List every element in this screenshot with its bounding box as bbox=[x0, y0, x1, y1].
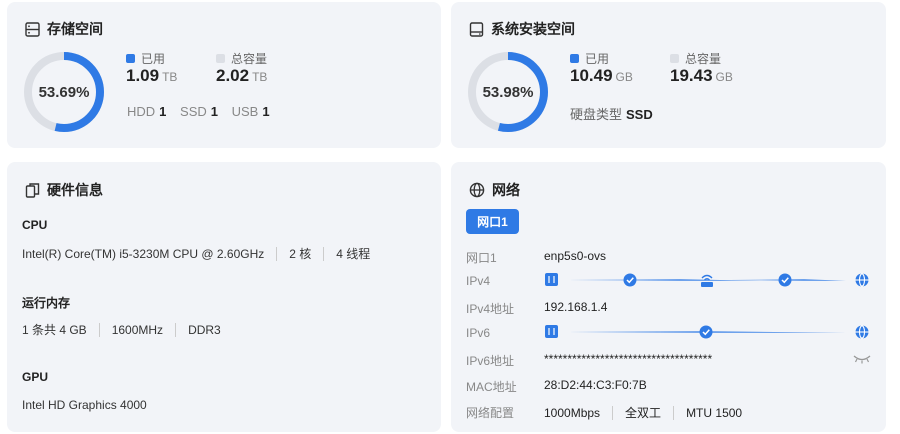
cpu-cores: 2 核 bbox=[289, 247, 312, 261]
disk-usb-count: 1 bbox=[262, 104, 270, 119]
system-disk-icon bbox=[469, 21, 484, 37]
system-total-unit: GB bbox=[715, 70, 733, 84]
eye-closed-icon[interactable] bbox=[853, 354, 871, 364]
disk-type-label: 硬盘类型 bbox=[570, 107, 623, 122]
ipv6-address-label: IPv6地址 bbox=[466, 354, 515, 368]
system-title-text: 系统安装空间 bbox=[491, 21, 575, 37]
system-donut: 53.98% bbox=[466, 50, 550, 134]
nic-icon bbox=[545, 273, 558, 286]
system-disk-type: 硬盘类型 SSD bbox=[570, 104, 663, 123]
system-percent: 53.98% bbox=[482, 83, 534, 101]
system-total-label: 总容量 bbox=[685, 52, 722, 66]
duplex-mode: 全双工 bbox=[625, 406, 662, 420]
storage-total-label: 总容量 bbox=[231, 52, 268, 66]
system-used-label: 已用 bbox=[585, 52, 610, 66]
globe-icon bbox=[469, 182, 485, 198]
internet-globe-icon bbox=[855, 273, 869, 287]
nic-icon bbox=[545, 325, 558, 338]
gpu-model: Intel HD Graphics 4000 bbox=[22, 398, 147, 412]
memory-type: DDR3 bbox=[188, 322, 221, 337]
link-speed: 1000Mbps bbox=[544, 405, 601, 420]
disk-hdd-count: 1 bbox=[159, 104, 167, 119]
divider bbox=[323, 246, 325, 261]
storage-total-value: 2.02 TB bbox=[216, 66, 267, 86]
storage-icon bbox=[25, 21, 40, 37]
storage-used-number: 1.09 bbox=[126, 66, 160, 85]
cpu-label: CPU bbox=[22, 218, 48, 232]
system-used-legend: 已用 bbox=[570, 50, 609, 67]
divider bbox=[98, 322, 100, 337]
mtu-value: MTU 1500 bbox=[686, 405, 743, 420]
hardware-title-text: 硬件信息 bbox=[47, 182, 103, 198]
divider bbox=[175, 322, 177, 337]
cpu-info: Intel(R) Core(TM) i5-3230M CPU @ 2.60GHz… bbox=[22, 245, 370, 262]
disk-ssd-label: SSD bbox=[180, 104, 207, 119]
config-label: 网络配置 bbox=[466, 406, 515, 420]
used-swatch bbox=[570, 54, 579, 63]
disk-counts: HDD 1 SSD 1 USB 1 bbox=[127, 104, 280, 119]
hardware-title: 硬件信息 bbox=[25, 180, 103, 200]
disk-type-value: SSD bbox=[626, 107, 653, 122]
router-icon bbox=[701, 274, 713, 287]
divider bbox=[276, 246, 278, 261]
ipv4-address-label: IPv4地址 bbox=[466, 302, 515, 316]
disk-hdd-label: HDD bbox=[127, 104, 156, 119]
storage-percent: 53.69% bbox=[38, 83, 90, 101]
hardware-icon bbox=[25, 182, 40, 198]
storage-used-label: 已用 bbox=[141, 52, 166, 66]
memory-frequency: 1600MHz bbox=[111, 322, 164, 337]
cpu-threads: 4 线程 bbox=[336, 247, 371, 261]
port-value: enp5s0-ovs bbox=[544, 249, 607, 263]
storage-donut: 53.69% bbox=[22, 50, 106, 134]
system-used-number: 10.49 bbox=[570, 66, 613, 85]
cpu-model: Intel(R) Core(TM) i5-3230M CPU @ 2.60GHz bbox=[22, 246, 265, 261]
divider bbox=[612, 405, 614, 420]
ipv6-address-value: ************************************ bbox=[544, 352, 713, 366]
network-title: 网络 bbox=[469, 180, 520, 200]
storage-title: 存储空间 bbox=[25, 19, 103, 39]
memory-info: 1 条共 4 GB 1600MHz DDR3 bbox=[22, 321, 221, 338]
tab-port1[interactable]: 网口1 bbox=[466, 209, 519, 234]
system-total-value: 19.43 GB bbox=[670, 66, 733, 86]
internet-globe-icon bbox=[855, 325, 869, 339]
memory-size: 1 条共 4 GB bbox=[22, 323, 87, 337]
mac-value: 28:D2:44:C3:F0:7B bbox=[544, 378, 647, 392]
storage-used-legend: 已用 bbox=[126, 50, 165, 67]
storage-used-unit: TB bbox=[162, 70, 178, 84]
disk-usb-label: USB bbox=[231, 104, 259, 119]
disk-ssd-count: 1 bbox=[210, 104, 218, 119]
ipv6-connection-flow bbox=[545, 325, 869, 339]
storage-title-text: 存储空间 bbox=[47, 21, 103, 37]
divider bbox=[673, 405, 675, 420]
gpu-label: GPU bbox=[22, 370, 49, 384]
storage-total-number: 2.02 bbox=[216, 66, 250, 85]
ipv4-label: IPv4 bbox=[466, 274, 491, 288]
system-used-value: 10.49 GB bbox=[570, 66, 633, 86]
storage-used-value: 1.09 TB bbox=[126, 66, 177, 86]
config-values: 1000Mbps 全双工 MTU 1500 bbox=[544, 404, 742, 421]
network-title-text: 网络 bbox=[492, 182, 520, 198]
check-icon bbox=[778, 273, 792, 287]
system-total-legend: 总容量 bbox=[670, 50, 721, 67]
system-used-unit: GB bbox=[615, 70, 633, 84]
hardware-card: 硬件信息 bbox=[7, 162, 441, 432]
storage-total-unit: TB bbox=[252, 70, 268, 84]
system-title: 系统安装空间 bbox=[469, 19, 575, 39]
mac-label: MAC地址 bbox=[466, 380, 517, 394]
memory-label: 运行内存 bbox=[22, 296, 71, 310]
ipv4-connection-flow bbox=[545, 273, 869, 287]
gpu-info: Intel HD Graphics 4000 bbox=[22, 398, 147, 412]
storage-total-legend: 总容量 bbox=[216, 50, 267, 67]
system-total-number: 19.43 bbox=[670, 66, 713, 85]
total-swatch bbox=[216, 54, 225, 63]
used-swatch bbox=[126, 54, 135, 63]
ipv6-label: IPv6 bbox=[466, 326, 491, 340]
port-label: 网口1 bbox=[466, 251, 497, 265]
total-swatch bbox=[670, 54, 679, 63]
check-icon bbox=[623, 273, 637, 287]
ipv4-address-value: 192.168.1.4 bbox=[544, 300, 608, 314]
check-icon bbox=[699, 325, 713, 339]
